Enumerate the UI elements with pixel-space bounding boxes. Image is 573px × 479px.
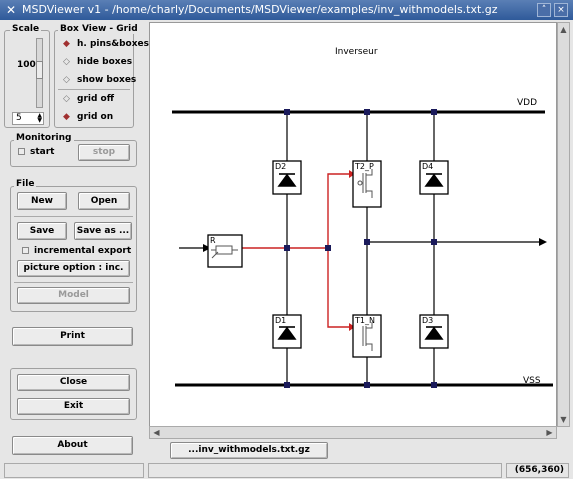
- radio-empty-icon: ◇: [63, 57, 70, 67]
- label-t2: T2_P: [354, 162, 374, 171]
- file-tab[interactable]: ...inv_withmodels.txt.gz: [170, 442, 328, 459]
- label-d4: D4: [422, 162, 433, 171]
- circuit-diagram: Inverseur VDD VSS D2 T2_P D4 D1 T1_N D3 …: [172, 47, 553, 388]
- model-button[interactable]: Model: [17, 287, 130, 304]
- monitoring-start-checkbox[interactable]: start: [18, 147, 54, 157]
- scroll-right-icon[interactable]: ▶: [544, 427, 555, 438]
- exit-button[interactable]: Exit: [17, 398, 130, 415]
- box-view-group-label: Box View - Grid: [58, 24, 140, 34]
- diagram-title: Inverseur: [335, 47, 378, 57]
- close-button[interactable]: Close: [17, 374, 130, 391]
- scale-spinbox[interactable]: 5 ▲ ▼: [12, 112, 44, 125]
- scroll-down-icon[interactable]: ▼: [558, 414, 569, 425]
- window-title: MSDViewer v1 - /home/charly/Documents/MS…: [22, 3, 498, 16]
- vertical-scrollbar[interactable]: ▲ ▼: [557, 22, 570, 427]
- divider: [14, 282, 133, 283]
- open-button[interactable]: Open: [78, 192, 130, 210]
- vdd-label: VDD: [517, 98, 537, 108]
- radio-grid-on[interactable]: ◆ grid on: [62, 112, 113, 122]
- scroll-up-icon[interactable]: ▲: [558, 24, 569, 35]
- radio-hide-boxes[interactable]: ◇ hide boxes: [62, 57, 132, 67]
- signal-wires: [242, 173, 353, 328]
- label-d1: D1: [275, 316, 286, 325]
- save-button[interactable]: Save: [17, 222, 67, 240]
- scale-value: 100: [17, 60, 36, 70]
- status-bar: (656,360): [0, 462, 573, 479]
- picture-option-button[interactable]: picture option : inc.: [17, 260, 130, 277]
- minimize-button[interactable]: ˄: [537, 3, 551, 17]
- label-d2: D2: [275, 162, 286, 171]
- checkbox-icon: [18, 148, 25, 155]
- stop-button[interactable]: stop: [78, 144, 130, 161]
- save-as-button[interactable]: Save as ...: [74, 222, 132, 240]
- radio-grid-off[interactable]: ◇ grid off: [62, 94, 114, 104]
- scale-spinbox-value: 5: [16, 113, 22, 123]
- output-arrow-icon: [539, 238, 547, 246]
- status-field-left: [4, 463, 144, 478]
- divider: [14, 216, 133, 217]
- scale-group-label: Scale: [10, 24, 42, 34]
- spin-arrows-icon[interactable]: ▲ ▼: [37, 113, 42, 124]
- scale-slider-track[interactable]: [36, 38, 43, 108]
- new-button[interactable]: New: [17, 192, 67, 210]
- radio-pins-boxes[interactable]: ◆ h. pins&boxes: [62, 39, 149, 49]
- label-t1: T1_N: [354, 316, 375, 325]
- horizontal-scrollbar[interactable]: ◀ ▶: [149, 426, 557, 439]
- incremental-export-checkbox[interactable]: incremental export: [22, 246, 131, 256]
- label-r: R: [210, 236, 216, 245]
- radio-selected-icon: ◆: [63, 112, 70, 122]
- status-field-middle: [148, 463, 502, 478]
- label-d3: D3: [422, 316, 433, 325]
- checkbox-icon: [22, 247, 29, 254]
- diagram-canvas[interactable]: Inverseur VDD VSS D2 T2_P D4 D1 T1_N D3 …: [149, 22, 557, 427]
- radio-empty-icon: ◇: [63, 94, 70, 104]
- title-bar: ✕ MSDViewer v1 - /home/charly/Documents/…: [0, 0, 573, 20]
- radio-empty-icon: ◇: [63, 75, 70, 85]
- app-icon[interactable]: ✕: [4, 3, 18, 17]
- monitoring-group-label: Monitoring: [14, 133, 74, 143]
- cursor-coords: (656,360): [506, 463, 569, 478]
- divider: [58, 89, 130, 90]
- radio-selected-icon: ◆: [63, 39, 70, 49]
- scroll-left-icon[interactable]: ◀: [151, 427, 162, 438]
- scale-slider-handle[interactable]: [36, 61, 43, 79]
- print-button[interactable]: Print: [12, 327, 133, 346]
- radio-show-boxes[interactable]: ◇ show boxes: [62, 75, 136, 85]
- close-window-button[interactable]: ×: [554, 3, 568, 17]
- file-group-label: File: [14, 179, 37, 189]
- about-button[interactable]: About: [12, 436, 133, 455]
